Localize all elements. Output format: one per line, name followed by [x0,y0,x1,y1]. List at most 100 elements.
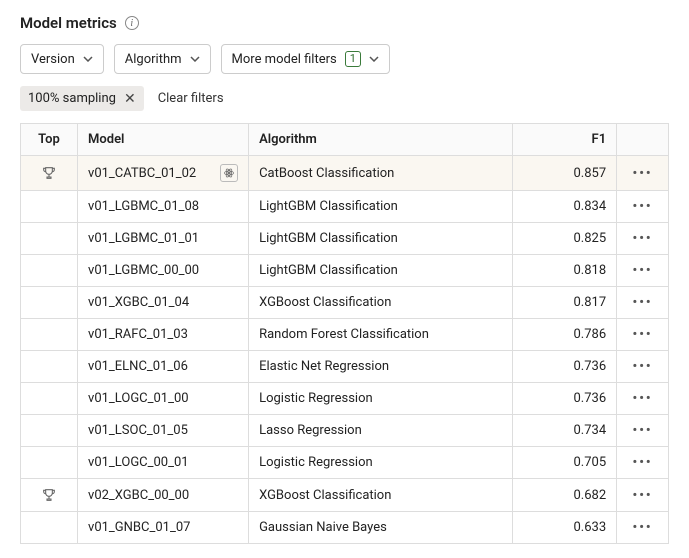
cell-algorithm: LightGBM Classification [249,223,513,255]
cell-model: v01_LGBMC_00_00 [78,255,249,287]
more-actions-icon[interactable]: ••• [633,231,653,246]
chevron-down-icon [369,56,379,62]
model-name[interactable]: v01_RAFC_01_03 [88,327,188,342]
cell-top [21,512,78,544]
more-filters-label: More model filters [232,52,337,67]
cell-model: v01_CATBC_01_02 [78,156,249,191]
more-actions-icon[interactable]: ••• [633,520,653,535]
cell-model: v01_GNBC_01_07 [78,512,249,544]
cell-algorithm: CatBoost Classification [249,156,513,191]
table-row[interactable]: v01_LGBMC_00_00 LightGBM Classification0.… [21,255,669,287]
cell-f1: 0.633 [513,512,617,544]
table-row[interactable]: v01_LGBMC_01_08LightGBM Classification0.… [21,191,669,223]
more-actions-icon[interactable]: ••• [633,359,653,374]
cell-f1: 0.818 [513,255,617,287]
cell-model: v01_XGBC_01_04 [78,287,249,319]
filter-bar: Version Algorithm More model filters 1 [20,44,669,74]
more-actions-icon[interactable]: ••• [633,295,653,310]
more-actions-icon[interactable]: ••• [633,166,653,181]
model-name[interactable]: v01_LGBMC_01_08 [88,199,199,214]
cell-actions: ••• [617,191,669,223]
sampling-chip[interactable]: 100% sampling ✕ [20,86,144,111]
filter-count-badge: 1 [345,51,361,67]
chevron-down-icon [83,56,93,62]
cell-actions: ••• [617,512,669,544]
col-header-algo[interactable]: Algorithm [249,124,513,156]
more-actions-icon[interactable]: ••• [633,327,653,342]
cell-f1: 0.734 [513,415,617,447]
cell-top [21,319,78,351]
more-actions-icon[interactable]: ••• [633,263,653,278]
cell-model: v01_RAFC_01_03 [78,319,249,351]
table-row[interactable]: v01_LGBMC_01_01 LightGBM Classification0.… [21,223,669,255]
page-title: Model metrics [20,14,117,32]
close-icon[interactable]: ✕ [124,92,136,106]
cell-actions: ••• [617,447,669,479]
header: Model metrics i [20,14,669,32]
cell-algorithm: XGBoost Classification [249,479,513,512]
table-row[interactable]: v01_GNBC_01_07 Gaussian Naive Bayes0.633 •… [21,512,669,544]
model-name[interactable]: v01_CATBC_01_02 [88,166,196,181]
cell-top [21,479,78,512]
cell-algorithm: LightGBM Classification [249,255,513,287]
cell-algorithm: Gaussian Naive Bayes [249,512,513,544]
table-row[interactable]: v01_CATBC_01_02CatBoost Classification0.… [21,156,669,191]
clear-filters-link[interactable]: Clear filters [158,91,224,106]
table-row[interactable]: v01_RAFC_01_03 Random Forest Classificati… [21,319,669,351]
cell-model: v01_LSOC_01_05 [78,415,249,447]
model-name[interactable]: v01_LOGC_00_01 [88,455,189,470]
cell-f1: 0.825 [513,223,617,255]
cell-actions: ••• [617,383,669,415]
version-dropdown[interactable]: Version [20,44,104,74]
cell-actions: ••• [617,223,669,255]
cell-f1: 0.682 [513,479,617,512]
cell-f1: 0.705 [513,447,617,479]
cell-f1: 0.786 [513,319,617,351]
cell-f1: 0.736 [513,383,617,415]
col-header-top[interactable]: Top [21,124,78,156]
model-name[interactable]: v01_LGBMC_01_01 [88,231,199,246]
table-row[interactable]: v01_LOGC_00_01Logistic Regression0.705••… [21,447,669,479]
algorithm-dropdown[interactable]: Algorithm [114,44,211,74]
more-actions-icon[interactable]: ••• [633,423,653,438]
cell-algorithm: LightGBM Classification [249,191,513,223]
table-row[interactable]: v01_ELNC_01_06 Elastic Net Regression0.73… [21,351,669,383]
cell-model: v01_LOGC_00_01 [78,447,249,479]
cell-actions: ••• [617,479,669,512]
cell-algorithm: Random Forest Classification [249,319,513,351]
model-name[interactable]: v02_XGBC_00_00 [88,488,189,503]
model-name[interactable]: v01_LGBMC_00_00 [88,263,199,278]
model-name[interactable]: v01_LOGC_01_00 [88,391,189,406]
table-row[interactable]: v01_XGBC_01_04XGBoost Classification0.81… [21,287,669,319]
model-name[interactable]: v01_LSOC_01_05 [88,423,188,438]
metrics-table: Top Model Algorithm F1 v01_CATBC_01_02 Ca… [20,123,669,544]
table-row[interactable]: v02_XGBC_00_00 XGBoost Classification0.68… [21,479,669,512]
table-row[interactable]: v01_LSOC_01_05 Lasso Regression0.734 ••• [21,415,669,447]
model-name[interactable]: v01_GNBC_01_07 [88,520,190,535]
info-icon[interactable]: i [125,16,139,30]
more-actions-icon[interactable]: ••• [633,199,653,214]
cell-model: v01_LOGC_01_00 [78,383,249,415]
col-header-f1[interactable]: F1 [513,124,617,156]
more-actions-icon[interactable]: ••• [633,391,653,406]
cell-algorithm: Lasso Regression [249,415,513,447]
model-name[interactable]: v01_XGBC_01_04 [88,295,189,310]
model-type-icon[interactable] [220,164,238,182]
more-actions-icon[interactable]: ••• [633,488,653,503]
cell-algorithm: Elastic Net Regression [249,351,513,383]
cell-top [21,156,78,191]
cell-actions: ••• [617,287,669,319]
cell-model: v01_LGBMC_01_01 [78,223,249,255]
cell-algorithm: XGBoost Classification [249,287,513,319]
col-header-actions [617,124,669,156]
cell-actions: ••• [617,415,669,447]
cell-f1: 0.736 [513,351,617,383]
table-row[interactable]: v01_LOGC_01_00Logistic Regression0.736••… [21,383,669,415]
more-filters-dropdown[interactable]: More model filters 1 [221,44,390,74]
col-header-model[interactable]: Model [78,124,249,156]
trophy-icon [31,487,67,503]
more-actions-icon[interactable]: ••• [633,455,653,470]
cell-top [21,351,78,383]
model-name[interactable]: v01_ELNC_01_06 [88,359,188,374]
cell-top [21,191,78,223]
